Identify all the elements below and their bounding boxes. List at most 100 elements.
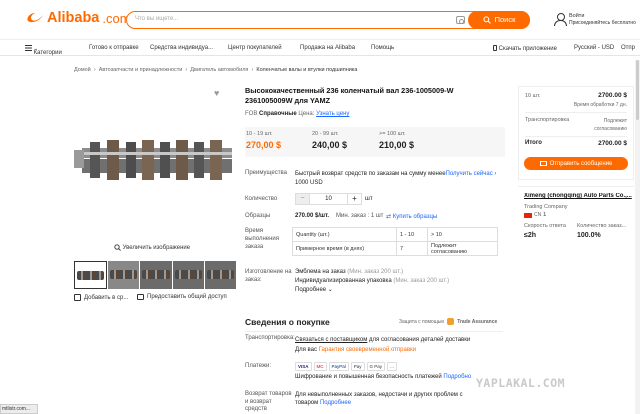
payment-methods: VISA MC PayPal Pay G Pay ... (295, 362, 397, 371)
get-now-link[interactable]: Получить сейчас (446, 171, 493, 177)
product-main-image[interactable] (74, 80, 236, 258)
lead-time: Время обработки 7 дн. (573, 102, 627, 108)
breadcrumb-engine[interactable]: Двигатель автомобиля (190, 67, 248, 73)
supplier-card: Ximeng (chongqing) Auto Parts Co.,... Tr… (518, 186, 634, 250)
china-flag-icon (524, 212, 532, 218)
nav-language-currency[interactable]: Русский - USD (574, 45, 614, 51)
alibaba-logo-icon (27, 13, 43, 23)
nav-item-ready-to-ship[interactable]: Готово к отправке (89, 45, 139, 51)
nav-item-ppe[interactable]: Средства индивидуа... (150, 45, 213, 51)
nav-ship-to[interactable]: Отпр (621, 45, 635, 51)
samples-label: Образцы (245, 213, 271, 219)
thumbnail[interactable] (204, 261, 237, 289)
advantages-text: Быстрый возврат средств по заказам на су… (295, 171, 497, 186)
mail-icon (539, 161, 547, 166)
camera-icon[interactable] (456, 16, 465, 24)
shipping-label: Транспортировка (525, 117, 570, 123)
breadcrumb: Домой › Автозапчасти и принадлежности › … (74, 67, 358, 73)
compare-checkbox[interactable] (74, 294, 81, 301)
search-input[interactable]: Что вы ищете... (135, 16, 178, 22)
shipping-value: Подлежит согласованию (594, 118, 627, 132)
returns-details-link[interactable]: Подробнее (320, 400, 351, 406)
search-icon (482, 15, 491, 24)
sign-in-link[interactable]: Войти (569, 13, 636, 20)
buy-samples-link[interactable]: ⇄ Купить образцы (386, 213, 437, 220)
breadcrumb-crankshafts[interactable]: Коленчатые валы и втулки подшипника (256, 67, 357, 73)
thumbnail[interactable] (140, 261, 172, 289)
share-button[interactable]: Предоставить общий доступ (137, 294, 227, 300)
order-price: 2700.00 $ (598, 92, 627, 99)
nav-item-sell[interactable]: Продажа на Alibaba (300, 45, 355, 51)
supplier-type: Trading Company (524, 204, 568, 210)
scrollbar-thumb[interactable] (636, 60, 639, 120)
send-message-button[interactable]: Отправить сообщение (524, 157, 628, 170)
breadcrumb-auto-parts[interactable]: Автозапчасти и принадлежности (99, 67, 183, 73)
list-item: Эмблема на заказ (Мин. заказ 200 шт.) (295, 269, 404, 275)
quantity-input[interactable]: 10 (310, 194, 347, 204)
get-price-link[interactable]: Узнать цену (316, 111, 349, 117)
samples-min-order: Мин. заказ : 1 шт (336, 213, 384, 219)
crankshaft-image (74, 80, 236, 258)
on-time-guarantee-link[interactable]: Гарантия своевременной отправки (319, 347, 416, 353)
trade-assurance-badge: Защита с помощью Trade Assurance (399, 318, 498, 325)
zoom-image-link[interactable]: Увеличить изображение (114, 244, 190, 251)
google-pay-icon: G Pay (366, 362, 386, 371)
heart-icon[interactable]: ♥ (214, 88, 219, 98)
nav-categories[interactable]: Категории ⌄ (25, 45, 62, 56)
chevron-right-icon: › (494, 171, 497, 177)
supplier-name-link[interactable]: Ximeng (chongqing) Auto Parts Co.,... (524, 193, 632, 199)
table-row: Примерное время (в днях) 7 Подлежит согл… (292, 241, 498, 256)
orders-value: 100.0% (577, 232, 601, 239)
thumbnail[interactable] (74, 261, 108, 289)
mastercard-icon: MC (313, 362, 327, 371)
quantity-decrease-button[interactable]: − (296, 194, 310, 204)
fob-price-reference: FOB Справочные Цена: Узнать цену (245, 111, 350, 117)
chevron-down-icon: ⌄ (327, 287, 333, 293)
price-tier: >= 100 шт. 210,00 $ (379, 131, 415, 150)
quantity-label: Количество (245, 196, 278, 202)
status-bar: mtlistr.com... (0, 404, 38, 414)
customization-more-link[interactable]: Подробнее ⌄ (295, 286, 449, 295)
magnifier-icon (114, 244, 121, 251)
more-methods-icon: ... (387, 362, 397, 371)
supplier-country: CN 1 (524, 212, 546, 218)
add-to-compare[interactable]: Добавить в ср... (74, 294, 128, 301)
nav-download-app[interactable]: Скачать приложение (493, 45, 557, 52)
divider (525, 136, 627, 137)
menu-icon (25, 45, 32, 51)
table-row: Quantity (шт.) 1 - 10 > 10 (292, 227, 498, 242)
search-button[interactable]: Поиск (468, 10, 530, 29)
purchase-details-title: Сведения о покупке (245, 317, 330, 327)
paypal-icon: PayPal (328, 362, 349, 371)
payments-security-text: Шифрование и повышенная безопасность пла… (295, 374, 472, 380)
payments-details-link[interactable]: Подробно (443, 374, 471, 380)
nav-item-help[interactable]: Помощь (371, 45, 394, 51)
thumbnail[interactable] (172, 261, 204, 289)
transport-info: Связаться с поставщиком для согласования… (295, 337, 471, 353)
quantity-unit: шт (365, 196, 373, 202)
returns-info: Для невыполненных заказов, недостачи и д… (295, 392, 463, 406)
apple-pay-icon: Pay (350, 362, 365, 371)
thumbnail[interactable] (108, 261, 140, 289)
join-free-link[interactable]: Присоединяйтесь бесплатно (569, 20, 636, 27)
divider (245, 331, 503, 332)
total-value: 2700.00 $ (598, 140, 627, 147)
quantity-increase-button[interactable]: + (347, 194, 361, 204)
advantages-label: Преимущества (245, 170, 287, 176)
alibaba-logo[interactable]: Alibaba .com (26, 10, 131, 26)
contact-supplier-link[interactable]: Связаться с поставщиком (295, 337, 367, 343)
nav-item-buyer-center[interactable]: Центр покупателей (228, 45, 282, 51)
customization-label: Изготовление на заказ: (245, 269, 292, 283)
user-account[interactable]: Войти Присоединяйтесь бесплатно (554, 13, 636, 27)
search-bar: Что вы ищете... Поиск (126, 10, 530, 29)
customization-list: Эмблема на заказ (Мин. заказ 200 шт.) Ин… (295, 268, 449, 295)
breadcrumb-home[interactable]: Домой (74, 67, 91, 73)
scrollbar[interactable] (635, 60, 640, 414)
lead-time-table: Quantity (шт.) 1 - 10 > 10 Примерное вре… (292, 227, 498, 256)
share-icon (137, 294, 144, 300)
response-rate-value: ≤2h (524, 232, 537, 239)
order-summary-panel: 10 шт. 2700.00 $ Время обработки 7 дн. Т… (518, 86, 634, 180)
user-icon (554, 13, 567, 26)
nav-bar: Категории ⌄ Готово к отправке Средства и… (0, 39, 640, 56)
product-title: Высококачественный 236 коленчатый вал 23… (245, 86, 454, 105)
